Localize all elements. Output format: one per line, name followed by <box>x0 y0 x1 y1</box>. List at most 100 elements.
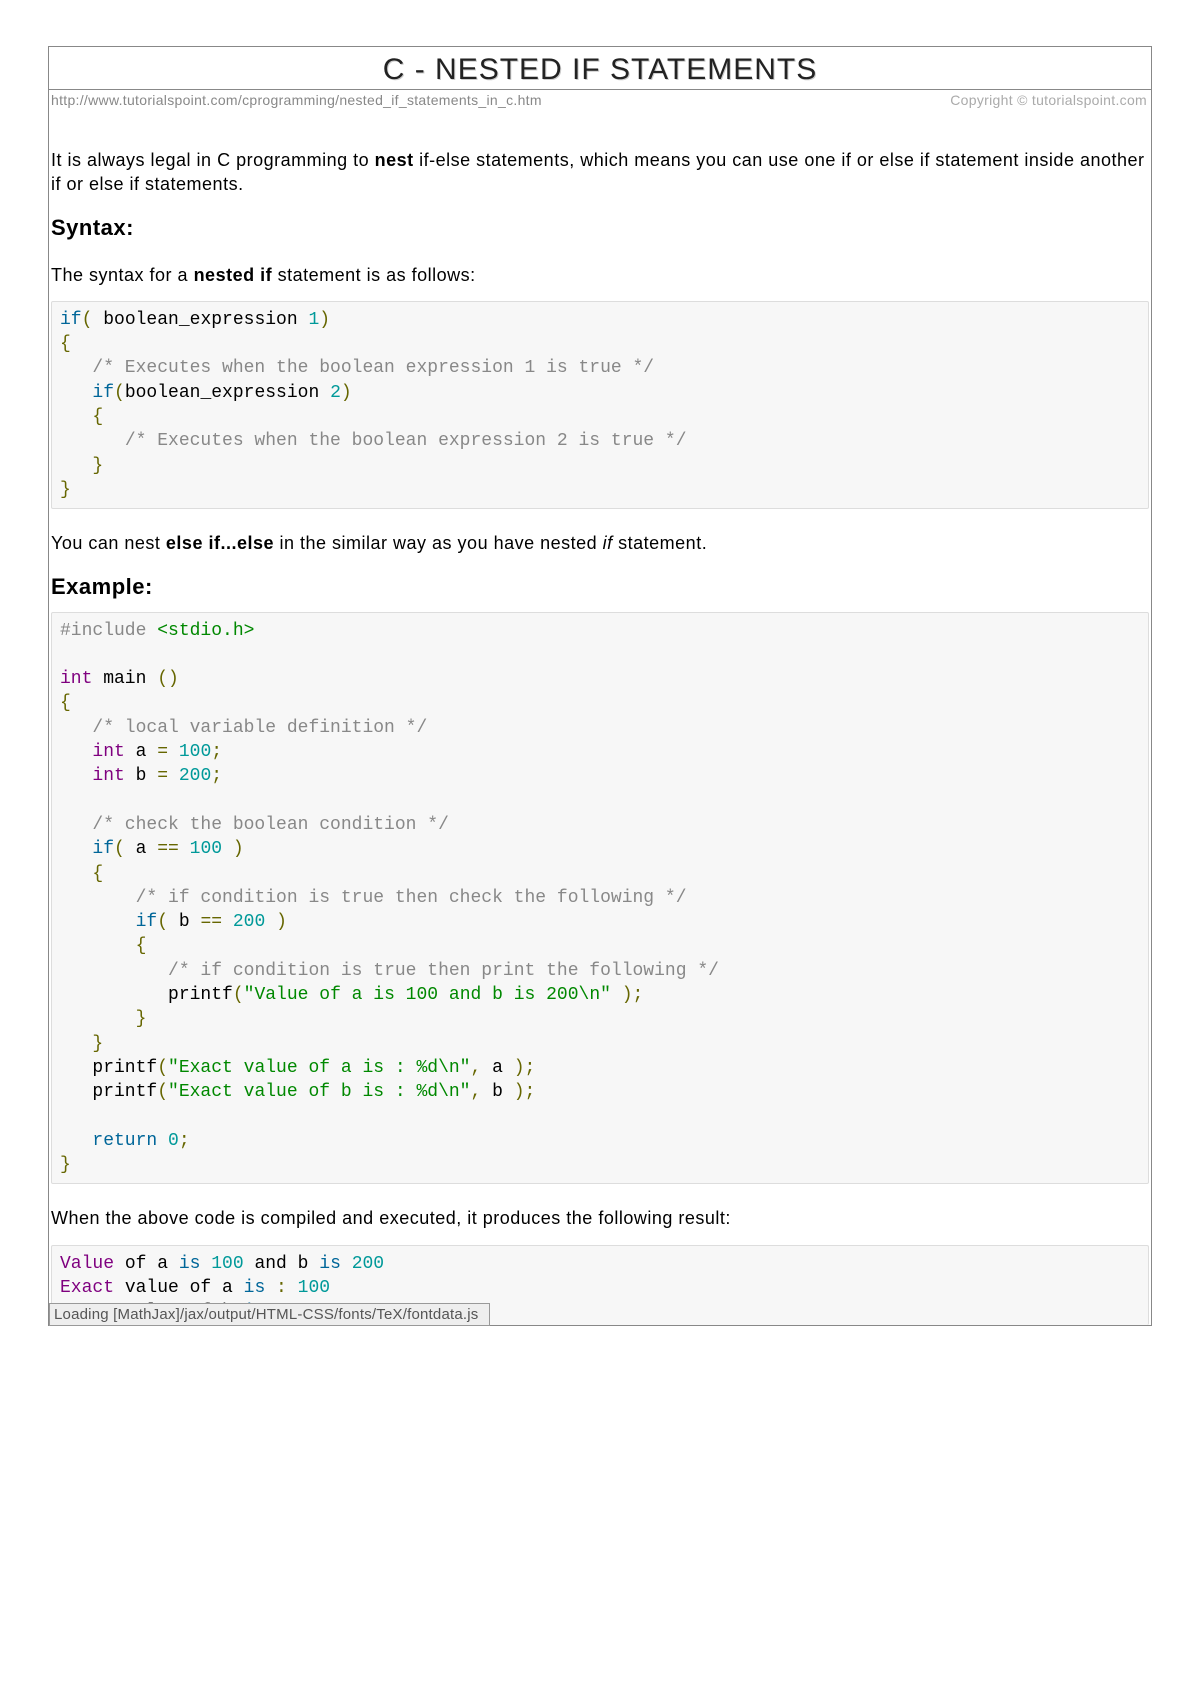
eq: = <box>157 742 168 762</box>
semi: ; <box>211 766 222 786</box>
sp <box>168 766 179 786</box>
preproc: #include <box>60 621 157 641</box>
sp <box>222 839 233 859</box>
kw-if: if <box>60 310 82 330</box>
document-content: It is always legal in C programming to n… <box>49 148 1151 1325</box>
comment: /* check the boolean condition */ <box>92 815 448 835</box>
sp <box>611 985 622 1005</box>
paren-open: ( <box>157 1058 168 1078</box>
kw-if: if <box>92 839 114 859</box>
paren-close: ) <box>341 383 352 403</box>
code-text: boolean_expression <box>92 310 308 330</box>
brace-close: } <box>60 1155 71 1175</box>
string-lit: "Exact value of a is : %d\n" <box>168 1058 470 1078</box>
source-url: http://www.tutorialspoint.com/cprogrammi… <box>51 92 542 108</box>
type-int: int <box>60 669 92 689</box>
string-lit: "Exact value of b is : %d\n" <box>168 1082 470 1102</box>
paren-open: ( <box>157 912 168 932</box>
sp <box>179 839 190 859</box>
comment: /* if condition is true then check the f… <box>136 888 687 908</box>
example-code-block: #include <stdio.h> int main () { /* loca… <box>51 612 1149 1185</box>
out-is: is <box>319 1254 341 1274</box>
paren-close: ) <box>276 912 287 932</box>
comma: , <box>470 1058 481 1078</box>
arg-a: a <box>481 1058 513 1078</box>
sp <box>200 1254 211 1274</box>
out-num: 100 <box>211 1254 243 1274</box>
comment: /* local variable definition */ <box>92 718 427 738</box>
intro-pre: It is always legal in C programming to <box>51 150 375 170</box>
sp <box>168 742 179 762</box>
out-text: value of a <box>114 1278 244 1298</box>
intro-paragraph: It is always legal in C programming to n… <box>51 148 1149 197</box>
out-num: 100 <box>298 1278 330 1298</box>
comment: /* Executes when the boolean expression … <box>92 358 654 378</box>
kw-if: if <box>92 383 114 403</box>
out-is: is <box>179 1254 201 1274</box>
sp <box>341 1254 352 1274</box>
comment: /* Executes when the boolean expression … <box>125 431 687 451</box>
type-int: int <box>92 766 124 786</box>
eqeq: == <box>200 912 222 932</box>
paren-close-semi: ); <box>514 1082 536 1102</box>
syntax-intro-post: statement is as follows: <box>272 265 476 285</box>
meta-row: http://www.tutorialspoint.com/cprogrammi… <box>49 89 1151 112</box>
nest-note-bold: else if...else <box>166 533 274 553</box>
page-title: C - NESTED IF STATEMENTS <box>49 53 1151 87</box>
var-a: a <box>125 742 157 762</box>
nest-note: You can nest else if...else in the simil… <box>51 531 1149 555</box>
syntax-intro: The syntax for a nested if statement is … <box>51 263 1149 287</box>
num-2: 2 <box>330 383 341 403</box>
code-text: boolean_expression <box>125 383 330 403</box>
nest-note-pre: You can nest <box>51 533 166 553</box>
num-200: 200 <box>233 912 265 932</box>
fn-printf: printf <box>92 1082 157 1102</box>
brace-open: { <box>60 334 71 354</box>
paren-open: ( <box>157 1082 168 1102</box>
nest-note-post: statement. <box>613 533 708 553</box>
sp <box>157 1131 168 1151</box>
colon: : <box>265 1278 297 1298</box>
paren-open: ( <box>233 985 244 1005</box>
kw-if: if <box>136 912 158 932</box>
nest-note-italic: if <box>603 533 613 553</box>
num-100: 100 <box>179 742 211 762</box>
syntax-heading: Syntax: <box>51 215 1149 241</box>
fn-printf: printf <box>168 985 233 1005</box>
out-exact: Exact <box>60 1278 114 1298</box>
paren-open: ( <box>82 310 93 330</box>
semi: ; <box>179 1131 190 1151</box>
syntax-code-block: if( boolean_expression 1) { /* Executes … <box>51 301 1149 509</box>
out-num: 200 <box>352 1254 384 1274</box>
brace-open: { <box>92 864 103 884</box>
brace-close: } <box>92 1034 103 1054</box>
brace-open: { <box>92 407 103 427</box>
num-1: 1 <box>308 310 319 330</box>
example-heading: Example: <box>51 574 1149 600</box>
sp <box>265 912 276 932</box>
comment: /* if condition is true then print the f… <box>168 961 719 981</box>
include-target: <stdio.h> <box>157 621 254 641</box>
out-text: of a <box>114 1254 179 1274</box>
out-and: and b <box>244 1254 320 1274</box>
parens: () <box>157 669 179 689</box>
brace-open: { <box>136 936 147 956</box>
var-b: b <box>125 766 157 786</box>
mathjax-loading-bar: Loading [MathJax]/jax/output/HTML-CSS/fo… <box>49 1303 490 1326</box>
syntax-intro-pre: The syntax for a <box>51 265 194 285</box>
paren-close: ) <box>319 310 330 330</box>
brace-close: } <box>136 1009 147 1029</box>
paren-close: ) <box>233 839 244 859</box>
paren-close-semi: ); <box>514 1058 536 1078</box>
brace-open: { <box>60 693 71 713</box>
comma: , <box>470 1082 481 1102</box>
type-int: int <box>92 742 124 762</box>
kw-return: return <box>92 1131 157 1151</box>
result-intro: When the above code is compiled and exec… <box>51 1206 1149 1230</box>
document-page: C - NESTED IF STATEMENTS http://www.tuto… <box>48 46 1152 1326</box>
nest-note-mid: in the similar way as you have nested <box>274 533 603 553</box>
expr-b: b <box>168 912 200 932</box>
eqeq: == <box>157 839 179 859</box>
num-200: 200 <box>179 766 211 786</box>
intro-bold: nest <box>375 150 414 170</box>
